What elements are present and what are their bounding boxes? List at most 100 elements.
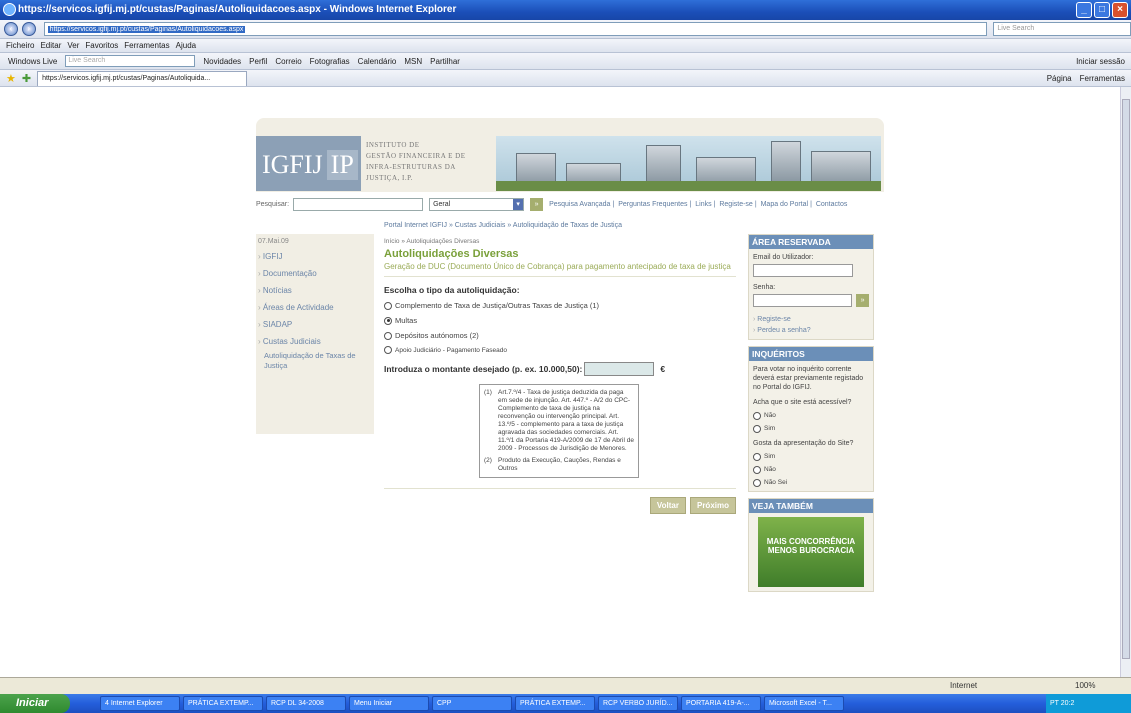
radio-icon[interactable] — [753, 424, 761, 433]
lost-password-link[interactable]: Perdeu a senha? — [753, 326, 869, 335]
amount-input[interactable] — [584, 362, 655, 376]
nav-item-documentacao[interactable]: Documentação — [256, 266, 374, 283]
menu-tools[interactable]: Ferramentas — [124, 41, 169, 50]
menu-edit[interactable]: Editar — [40, 41, 61, 50]
search-scope-select[interactable]: Geral — [429, 197, 525, 211]
note-2: (2) Produto da Execução, Cauções, Rendas … — [484, 457, 634, 473]
link-advanced-search[interactable]: Pesquisa Avançada — [549, 201, 610, 208]
live-link-share[interactable]: Partilhar — [430, 57, 460, 66]
url-input[interactable]: https://servicos.igfij.mj.pt/custas/Pagi… — [43, 22, 988, 36]
live-link-mail[interactable]: Correio — [275, 57, 301, 66]
poll-label: Não — [764, 412, 776, 419]
live-link-news[interactable]: Novidades — [203, 57, 241, 66]
note-key: (2) — [484, 457, 492, 464]
radio-icon[interactable] — [753, 411, 761, 420]
live-search-input[interactable]: Live Search — [993, 22, 1131, 36]
poll-option[interactable]: Sim — [753, 452, 869, 461]
poll-option[interactable]: Sim — [753, 424, 869, 433]
login-button[interactable]: » — [856, 294, 869, 307]
live-link-photos[interactable]: Fotografias — [310, 57, 350, 66]
add-favorite-icon[interactable]: ✚ — [22, 72, 31, 85]
option-label: Depósitos autónomos (2) — [395, 331, 479, 340]
taskbar-item[interactable]: RCP DL 34-2008 — [266, 696, 346, 711]
search-go-button[interactable]: » — [530, 197, 544, 211]
link-sitemap[interactable]: Mapa do Portal — [761, 201, 808, 208]
taskbar-item[interactable]: 4 Internet Explorer — [100, 696, 180, 711]
taskbar-item[interactable]: PRÁTICA EXTEMP... — [183, 696, 263, 711]
nav-item-igfij[interactable]: IGFIJ — [256, 249, 374, 266]
form-buttons: Voltar Próximo — [384, 488, 736, 514]
zoom-level[interactable]: 100% — [1075, 681, 1095, 690]
taskbar-item[interactable]: Menu Iniciar — [349, 696, 429, 711]
page-breadcrumb[interactable]: Início » Autoliquidações Diversas — [384, 238, 736, 245]
live-toolbar-search[interactable]: Live Search — [65, 55, 196, 67]
radio-icon[interactable] — [384, 331, 392, 340]
minimize-icon[interactable]: _ — [1076, 2, 1092, 18]
back-icon[interactable]: ‹ — [4, 22, 18, 36]
poll-option[interactable]: Não Sei — [753, 478, 869, 487]
forward-icon[interactable]: › — [21, 22, 36, 36]
option-depositos[interactable]: Depósitos autónomos (2) — [384, 331, 736, 340]
see-also-box: Veja Também MAIS CONCORRÊNCIA MENOS BURO… — [748, 498, 874, 592]
radio-icon[interactable] — [384, 301, 392, 310]
option-multas[interactable]: Multas — [384, 316, 736, 325]
vertical-scrollbar[interactable] — [1120, 87, 1131, 677]
register-link[interactable]: Registe-se — [753, 315, 869, 324]
promo-banner[interactable]: MAIS CONCORRÊNCIA MENOS BUROCRACIA — [758, 517, 864, 587]
password-field[interactable] — [753, 294, 853, 307]
note-text: Art.7.º/4 - Taxa de justiça deduzida da … — [498, 389, 634, 452]
windows-live-toolbar: Windows Live Live Search Novidades Perfi… — [0, 53, 1131, 70]
nav-item-siadap[interactable]: SIADAP — [256, 317, 374, 334]
breadcrumb[interactable]: Portal Internet IGFIJ » Custas Judiciais… — [384, 222, 622, 229]
back-button[interactable]: Voltar — [649, 497, 686, 514]
close-icon[interactable]: × — [1112, 2, 1128, 18]
maximize-icon[interactable]: □ — [1094, 2, 1110, 18]
search-label: Pesquisar: — [256, 200, 290, 208]
signin-link[interactable]: Iniciar sessão — [1076, 57, 1125, 66]
poll-option[interactable]: Não — [753, 411, 869, 420]
tools-menu[interactable]: Ferramentas — [1080, 74, 1125, 83]
favorites-star-icon[interactable]: ★ — [6, 72, 16, 85]
taskbar-item[interactable]: CPP — [432, 696, 512, 711]
nav-item-noticias[interactable]: Notícias — [256, 283, 374, 300]
email-field[interactable] — [753, 264, 853, 277]
radio-icon[interactable] — [753, 465, 761, 474]
live-link-profile[interactable]: Perfil — [249, 57, 267, 66]
note-1: (1) Art.7.º/4 - Taxa de justiça deduzida … — [484, 389, 634, 453]
link-contacts[interactable]: Contactos — [816, 201, 848, 208]
live-link-msn[interactable]: MSN — [404, 57, 422, 66]
menu-help[interactable]: Ajuda — [176, 41, 196, 50]
nav-item-areas[interactable]: Áreas de Actividade — [256, 300, 374, 317]
poll-option[interactable]: Não — [753, 465, 869, 474]
link-register[interactable]: Registe-se — [719, 201, 752, 208]
browser-tab[interactable]: https://servicos.igfij.mj.pt/custas/Pagi… — [37, 70, 248, 86]
page-menu[interactable]: Página — [1047, 74, 1072, 83]
system-tray: PT 20:2 — [1046, 694, 1131, 713]
nav-item-custas[interactable]: Custas Judiciais — [256, 334, 374, 351]
taskbar-item[interactable]: PORTARIA 419-A-... — [681, 696, 761, 711]
option-apoio[interactable]: Apoio Judiciário - Pagamento Faseado — [384, 346, 736, 354]
taskbar-item[interactable]: RCP VERBO JURÍD... — [598, 696, 678, 711]
nav-subitem-autoliquidacao[interactable]: Autoliquidação de Taxas de Justiça — [256, 351, 374, 371]
taskbar: Iniciar 4 Internet Explorer PRÁTICA EXTE… — [0, 694, 1131, 713]
link-faq[interactable]: Perguntas Frequentes — [618, 201, 687, 208]
next-button[interactable]: Próximo — [689, 497, 736, 514]
scrollbar-thumb[interactable] — [1122, 99, 1130, 659]
menu-file[interactable]: Ficheiro — [6, 41, 34, 50]
radio-icon[interactable] — [753, 478, 761, 487]
taskbar-item[interactable]: PRÁTICA EXTEMP... — [515, 696, 595, 711]
email-label: Email do Utilizador: — [753, 254, 814, 261]
site-search-input[interactable] — [293, 197, 424, 211]
menu-view[interactable]: Ver — [67, 41, 79, 50]
live-link-calendar[interactable]: Calendário — [358, 57, 397, 66]
link-links[interactable]: Links — [695, 201, 711, 208]
menu-favorites[interactable]: Favoritos — [85, 41, 118, 50]
start-button[interactable]: Iniciar — [0, 694, 70, 713]
radio-icon[interactable] — [753, 452, 761, 461]
taskbar-item[interactable]: Microsoft Excel - T... — [764, 696, 844, 711]
option-complemento[interactable]: Complemento de Taxa de Justiça/Outras Ta… — [384, 301, 736, 310]
option-label: Multas — [395, 316, 418, 325]
choose-type-label: Escolha o tipo da autoliquidação: — [384, 285, 520, 295]
radio-icon[interactable] — [384, 346, 392, 354]
radio-selected-icon[interactable] — [384, 316, 392, 325]
